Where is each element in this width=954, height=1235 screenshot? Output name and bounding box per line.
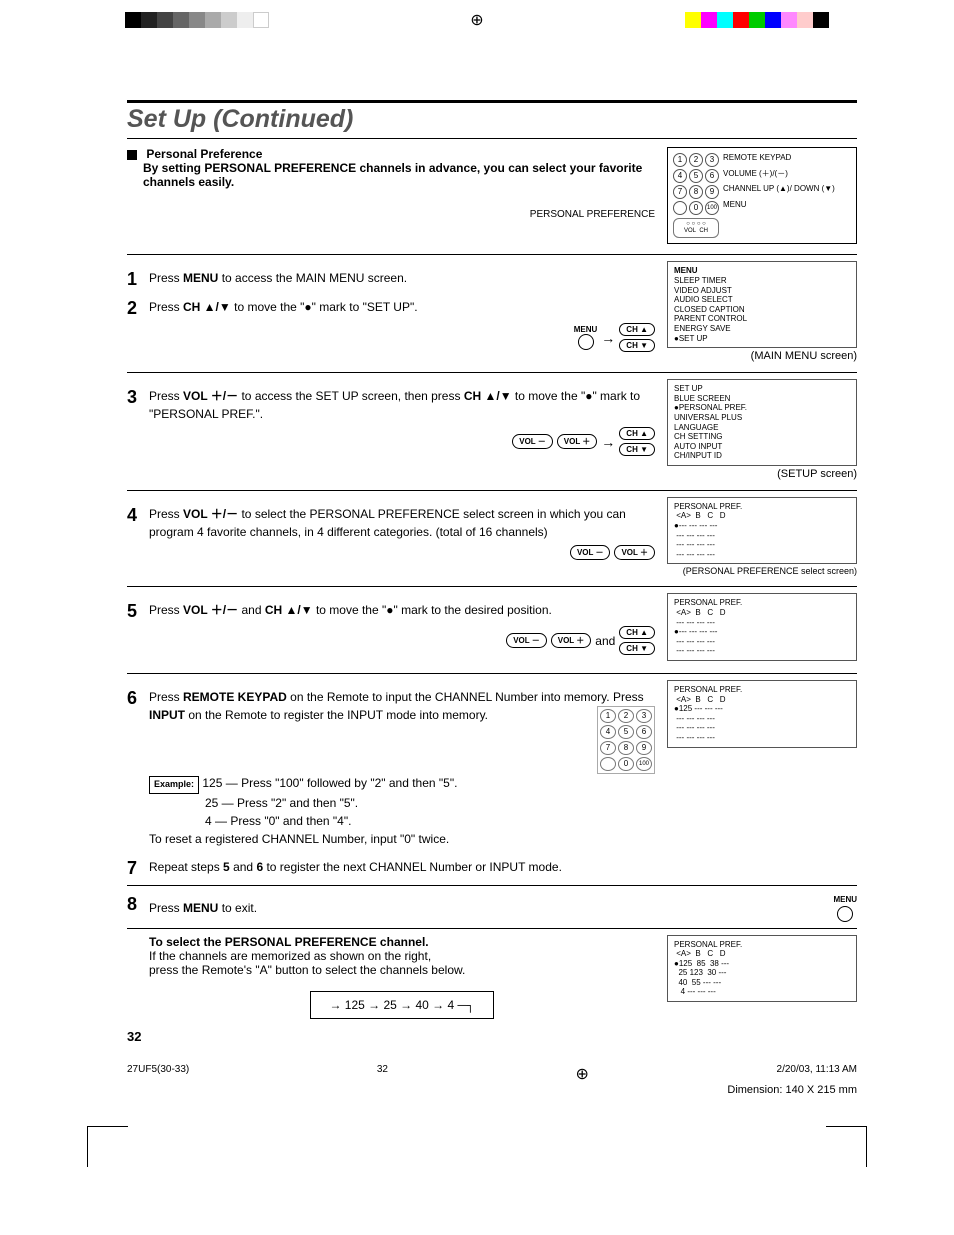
registration-mark-bottom: ⊕: [576, 1064, 589, 1084]
remote-label-keypad: REMOTE KEYPAD: [723, 153, 835, 163]
label-personal-preference: PERSONAL PREFERENCE: [127, 209, 655, 220]
footer-mid: 32: [377, 1064, 388, 1084]
colorbar-grayscale: [125, 12, 269, 28]
step-7: 7 Repeat steps 5 and 6 to register the n…: [127, 858, 857, 879]
select-pp-title: To select the PERSONAL PREFERENCE channe…: [149, 935, 655, 949]
controls-step3: VOL － VOL ＋ → CH ▲ CH ▼: [127, 427, 655, 456]
main-menu-caption: (MAIN MENU screen): [667, 350, 857, 362]
controls-step2: MENU → CH ▲ CH ▼: [127, 323, 655, 352]
print-crop-bottom: [87, 1126, 867, 1167]
bullet-icon: [127, 150, 137, 160]
step-6: 6 Press REMOTE KEYPAD on the Remote to i…: [127, 688, 655, 848]
footer-left: 27UF5(30-33): [127, 1064, 189, 1084]
manual-page: ⊕ Set Up (Continued) Personal Preference…: [67, 0, 887, 1187]
ch-up-button: CH ▲: [619, 323, 655, 336]
remote-label-volume: VOLUME (＋)/(－): [723, 169, 835, 179]
footer-dim: Dimension: 140 X 215 mm: [127, 1084, 857, 1096]
ch-down-button: CH ▼: [619, 339, 655, 352]
section-title: Set Up (Continued): [127, 105, 353, 133]
pref-desc: By setting PERSONAL PREFERENCE channels …: [143, 161, 655, 189]
remote-label-menu: MENU: [723, 200, 835, 210]
pp-select-screen: PERSONAL PREF. <A> B C D ●--- --- --- --…: [667, 497, 857, 565]
step-5: 5 Press VOL ＋/－ and CH ▲/▼ to move the "…: [127, 601, 655, 622]
example-label: Example:: [149, 776, 199, 794]
menu-button-icon: [837, 906, 853, 922]
footer-right: 2/20/03, 11:13 AM: [777, 1064, 857, 1084]
arrow-icon: →: [601, 330, 615, 346]
pp-screen-final: PERSONAL PREF. <A> B C D ●125 85 38 --- …: [667, 935, 857, 1003]
menu-button-icon: [578, 334, 594, 350]
step-2: 2 Press CH ▲/▼ to move the "●" mark to "…: [127, 298, 655, 319]
step-1: 1 Press MENU to access the MAIN MENU scr…: [127, 269, 655, 290]
select-pp-line2: press the Remote's "A" button to select …: [149, 963, 655, 977]
select-pp-line1: If the channels are memorized as shown o…: [149, 949, 655, 963]
vol-minus-button: VOL －: [512, 434, 553, 449]
controls-step5: VOL － VOL ＋ and CH ▲ CH ▼: [127, 626, 655, 655]
print-crop-top: ⊕: [67, 0, 887, 40]
step-3: 3 Press VOL ＋/－ to access the SET UP scr…: [127, 387, 655, 423]
pref-heading: Personal Preference: [146, 147, 262, 161]
step-8: 8 Press MENU to exit. MENU: [127, 894, 857, 922]
remote-label-channel: CHANNEL UP (▲)/ DOWN (▼): [723, 184, 835, 194]
page-number: 32: [127, 1029, 857, 1044]
keypad-icon: 1234567890100: [597, 706, 655, 774]
print-footer: 27UF5(30-33) 32 ⊕ 2/20/03, 11:13 AM: [127, 1064, 857, 1084]
pp-select-caption: (PERSONAL PREFERENCE select screen): [667, 566, 857, 576]
setup-caption: (SETUP screen): [667, 468, 857, 480]
pp-screen-step5: PERSONAL PREF. <A> B C D --- --- --- ---…: [667, 593, 857, 661]
step-4: 4 Press VOL ＋/－ to select the PERSONAL P…: [127, 505, 655, 541]
main-menu-screen: MENU SLEEP TIMER VIDEO ADJUST AUDIO SELE…: [667, 261, 857, 348]
setup-screen: SET UP BLUE SCREEN ●PERSONAL PREF. UNIVE…: [667, 379, 857, 466]
vol-plus-button: VOL ＋: [557, 434, 598, 449]
controls-step4: VOL － VOL ＋: [127, 545, 655, 560]
section-title-bar: Set Up (Continued): [127, 100, 857, 139]
pp-screen-step6: PERSONAL PREF. <A> B C D ●125 --- --- --…: [667, 680, 857, 748]
remote-diagram: 123 456 789 0100 ○ ○ ○ ○VOL CH REMOTE KE…: [667, 147, 857, 244]
arrow-icon: →: [601, 434, 615, 450]
registration-mark-top: ⊕: [277, 10, 677, 30]
cycle-diagram: → 125 → 25 → 40 → 4 ─┐: [310, 991, 493, 1019]
colorbar-cmyk: [685, 12, 829, 28]
